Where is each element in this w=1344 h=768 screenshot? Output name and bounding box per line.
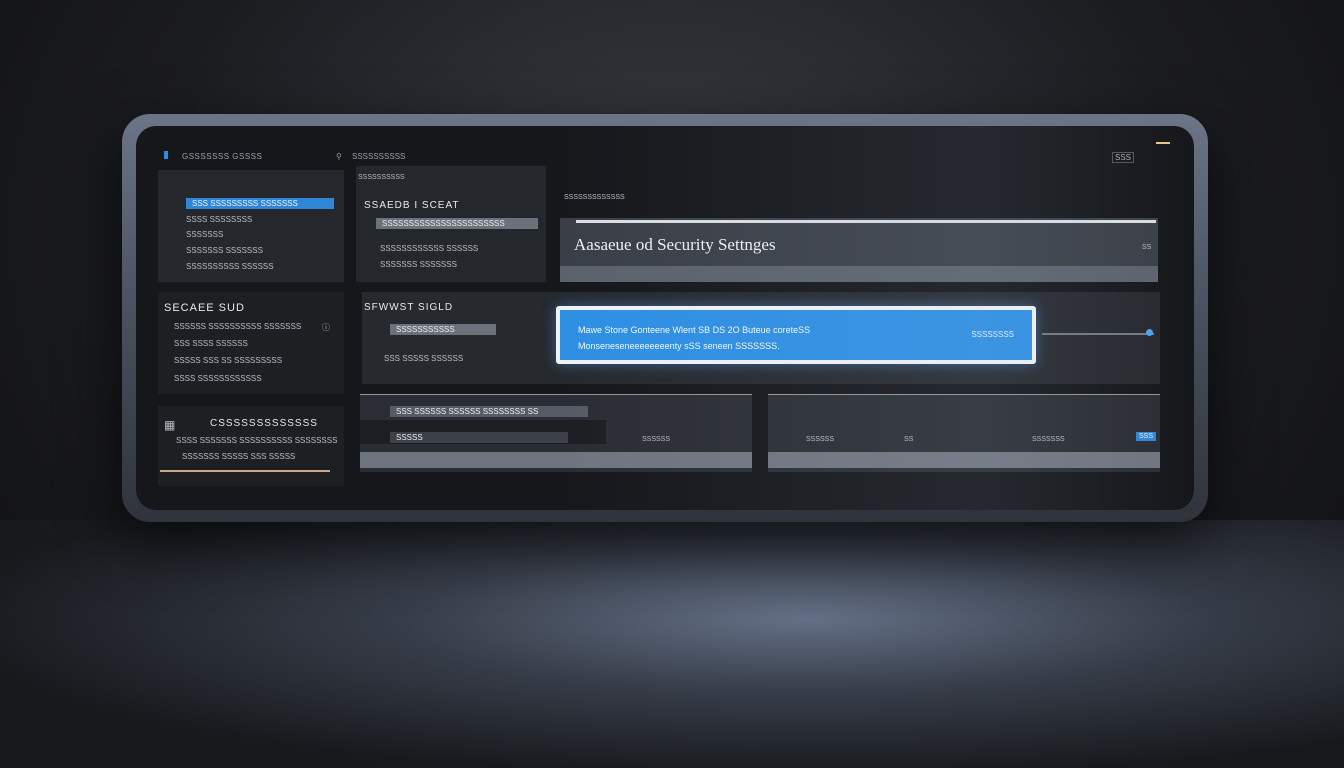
slider-track[interactable] — [1042, 333, 1154, 335]
page-title: Aasaeue od Security Settnges — [574, 235, 776, 254]
slider-handle[interactable] — [1146, 329, 1153, 336]
hero-panel: Aasaeue od Security Settnges SS — [560, 218, 1158, 282]
nav-item[interactable]: SSSSSSS — [186, 230, 223, 239]
panel-label: SS — [904, 436, 914, 443]
list-item[interactable]: SSSS SSSSSSS SSSSSSSSSS SSSSSSSS — [176, 436, 337, 445]
settings-note: SSS SSSSS SSSSSS — [384, 354, 464, 363]
alert-action-button[interactable]: SSSSSSSS — [971, 330, 1014, 339]
panel-footer — [360, 452, 752, 468]
bottom-panel-left: SSS SSSSSS SSSSSS SSSSSSSS SS SSSSS SSSS… — [360, 394, 752, 472]
section-heading: CSSSSSSSSSSSSS — [210, 418, 318, 429]
nav-item[interactable]: SSSSSSS SSSSSSS — [186, 246, 263, 255]
panel-subfield[interactable]: SSSSS — [390, 432, 568, 443]
settings-item[interactable]: SSSSSSS SSSSSSS — [380, 260, 457, 269]
app-name: GSSSSSSS GSSSS — [182, 152, 263, 161]
panel-chip[interactable]: SSS — [1136, 432, 1157, 441]
nav-item[interactable]: SSSS SSSSSSSS — [186, 215, 252, 224]
list-item[interactable]: SSSS SSSSSSSSSSSS — [174, 374, 262, 383]
hero-label: SSSSSSSSSSSSS — [564, 194, 625, 201]
list-item[interactable]: SSSSSSS SSSSS SSS SSSSS — [182, 452, 295, 461]
list-item[interactable]: SSSSS SSS SS SSSSSSSSS — [174, 356, 282, 365]
security-alert[interactable]: Mawe Stone Gonteene Wlent SB DS 2O Buteu… — [556, 306, 1036, 364]
version-badge: SSS — [1112, 152, 1135, 163]
alert-body: Mawe Stone Gonteene Wlent SB DS 2O Buteu… — [560, 310, 1032, 360]
panel-top-line — [768, 394, 1160, 395]
nav-card-middle: SECAEE SUD SSSSSS SSSSSSSSSS SSSSSSS ⓘ S… — [158, 292, 344, 394]
panel-toolbar[interactable]: SSS SSSSSS SSSSSS SSSSSSSS SS — [390, 406, 588, 417]
nav-item[interactable]: SSSSSSSSSS SSSSSS — [186, 262, 274, 271]
reflective-floor — [0, 520, 1344, 768]
nav-card-top: SSS SSSSSSSSS SSSSSSS SSSS SSSSSSSS SSSS… — [158, 170, 344, 282]
list-item[interactable]: SSS SSSS SSSSSS — [174, 339, 248, 348]
section-heading: SECAEE SUD — [164, 302, 245, 314]
card-label: SSSSSSSSSS — [358, 174, 405, 181]
panel-footer — [768, 452, 1160, 468]
hero-footer — [560, 266, 1158, 282]
app-logo-icon — [164, 151, 168, 159]
settings-card-top: SSSSSSSSSS SSAEDB I SCEAT SSSSSSSSSSSSSS… — [356, 166, 546, 282]
alert-message-line-2: Monseneseneeeeeeeenty sSS seneen SSSSSSS… — [578, 341, 780, 351]
status-indicator — [1156, 142, 1170, 144]
top-bar: GSSSSSSS GSSSS ⚲ SSSSSSSSSS SSS — [136, 126, 1194, 163]
settings-item[interactable]: SSSSSSSSSSSS SSSSSS — [380, 244, 478, 253]
alert-message-line-1: Mawe Stone Gonteene Wlent SB DS 2O Buteu… — [578, 325, 811, 335]
hero-badge: SS — [1142, 244, 1152, 251]
breadcrumb[interactable]: SSSSSSSSSS — [352, 152, 405, 161]
list-item[interactable]: SSSSSS SSSSSSSSSS SSSSSSS — [174, 322, 301, 331]
panel-label: SSSSSSS — [1032, 436, 1065, 443]
panel-label: SSSSSS — [642, 436, 671, 443]
card-heading: SSAEDB I SCEAT — [364, 200, 460, 211]
settings-field[interactable]: SSSSSSSSSSSSSSSSSSSSSSS — [376, 218, 538, 229]
grid-icon: ▦ — [164, 418, 176, 432]
progress-line — [160, 470, 330, 472]
panel-top-line — [360, 394, 752, 395]
info-icon[interactable]: ⓘ — [322, 322, 330, 333]
hero-divider — [576, 220, 1156, 223]
card-heading: SFWWST SIGLD — [364, 302, 454, 313]
nav-card-bottom: ▦ CSSSSSSSSSSSSS SSSS SSSSSSS SSSSSSSSSS… — [158, 406, 344, 486]
screen: GSSSSSSS GSSSS ⚲ SSSSSSSSSS SSS SSS SSSS… — [136, 126, 1194, 510]
nav-item-selected[interactable]: SSS SSSSSSSSS SSSSSSS — [186, 198, 334, 209]
device-frame: GSSSSSSS GSSSS ⚲ SSSSSSSSSS SSS SSS SSSS… — [122, 114, 1208, 522]
settings-field[interactable]: SSSSSSSSSSS — [390, 324, 496, 335]
bottom-panel-right: SSSSSS SS SSSSSSS SSS — [768, 394, 1160, 472]
search-icon[interactable]: ⚲ — [336, 152, 342, 161]
panel-label: SSSSSS — [806, 436, 835, 443]
